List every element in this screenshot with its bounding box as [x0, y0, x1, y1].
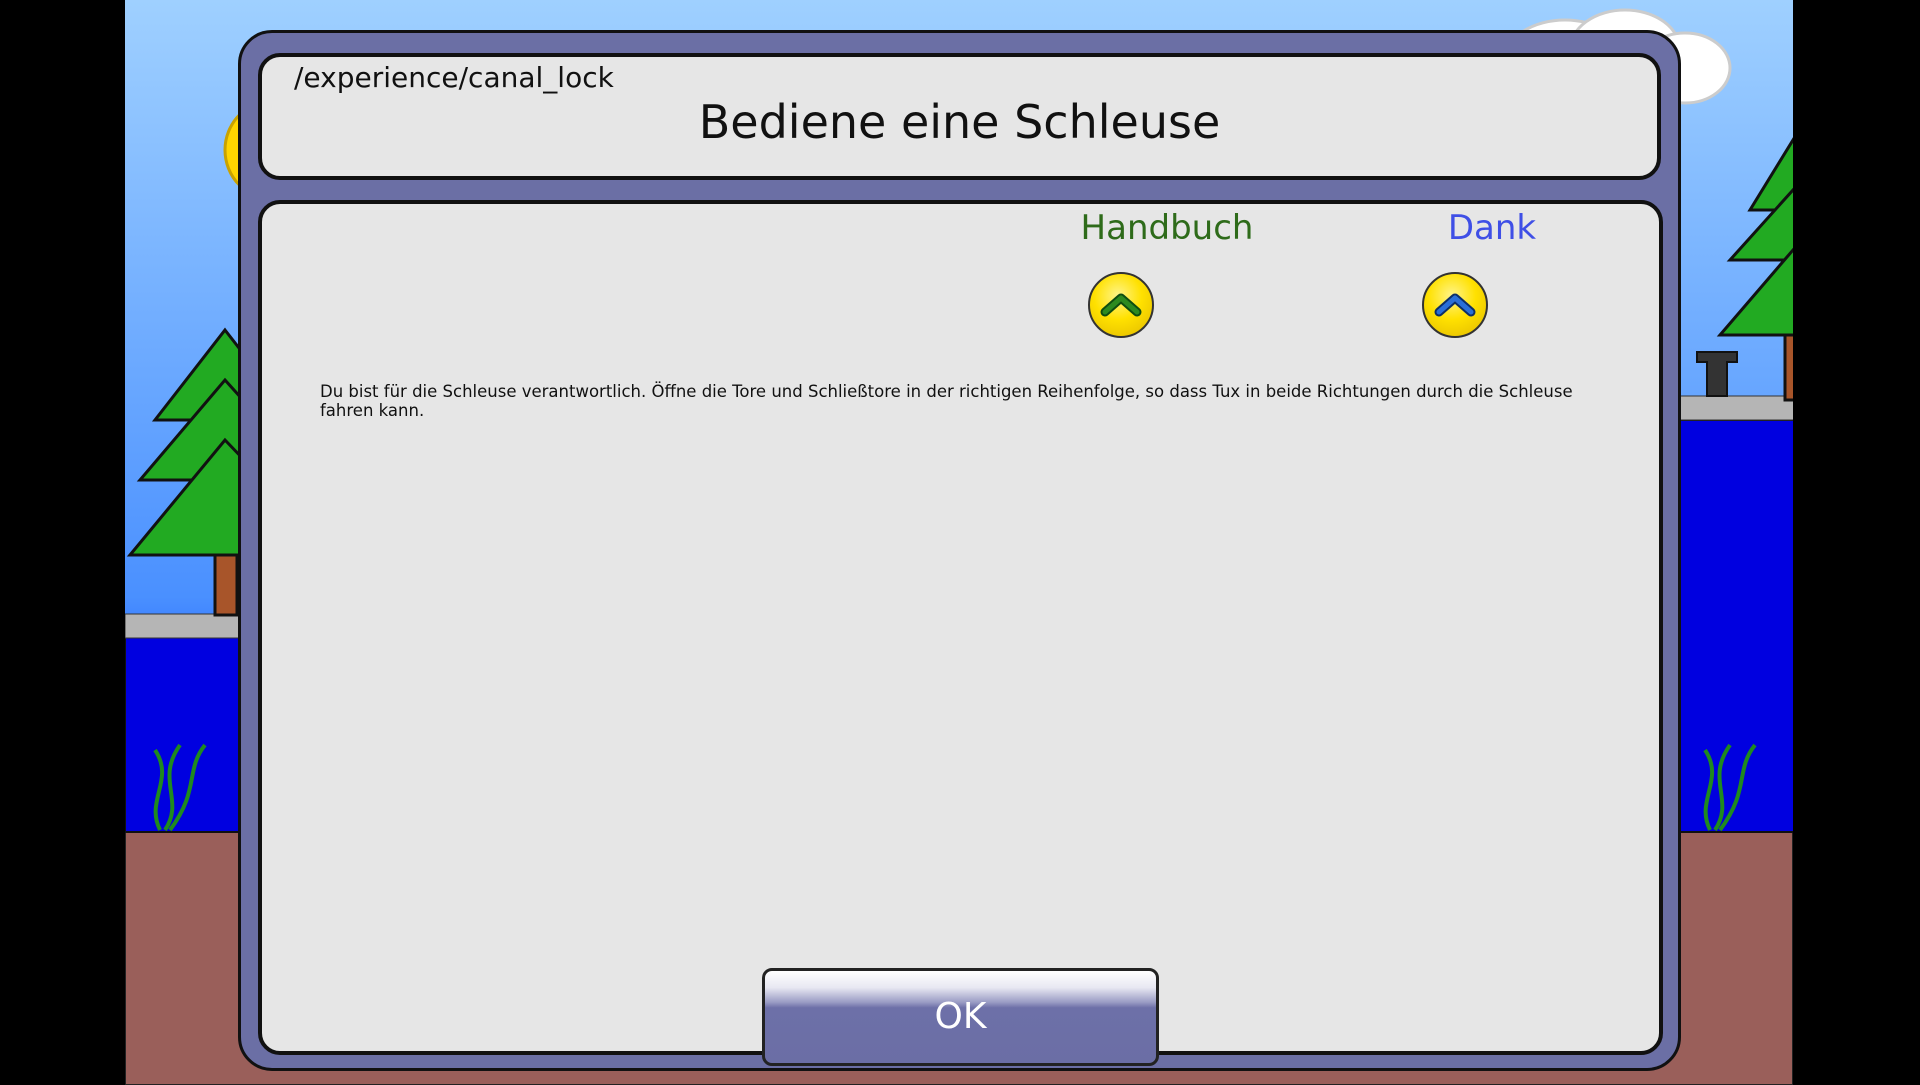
credits-button[interactable]	[1422, 272, 1488, 338]
content-panel: Handbuch Dank Du bist für die Schleuse v…	[258, 200, 1663, 1055]
chevron-up-icon	[1434, 293, 1476, 317]
credits-link[interactable]: Dank	[1382, 208, 1602, 248]
credits-link-label: Dank	[1447, 208, 1537, 248]
ok-button[interactable]: OK	[762, 968, 1159, 1066]
title-panel: /experience/canal_lock Bediene eine Schl…	[258, 53, 1661, 180]
manual-link[interactable]: Handbuch	[1042, 208, 1292, 248]
manual-button[interactable]	[1088, 272, 1154, 338]
chevron-up-icon	[1100, 293, 1142, 317]
activity-description: Du bist für die Schleuse verantwortlich.…	[320, 382, 1573, 420]
activity-path: /experience/canal_lock	[294, 61, 614, 94]
manual-link-label: Handbuch	[1080, 208, 1254, 248]
dialog-title: Bediene eine Schleuse	[698, 95, 1221, 149]
bollard-icon	[1696, 351, 1738, 397]
